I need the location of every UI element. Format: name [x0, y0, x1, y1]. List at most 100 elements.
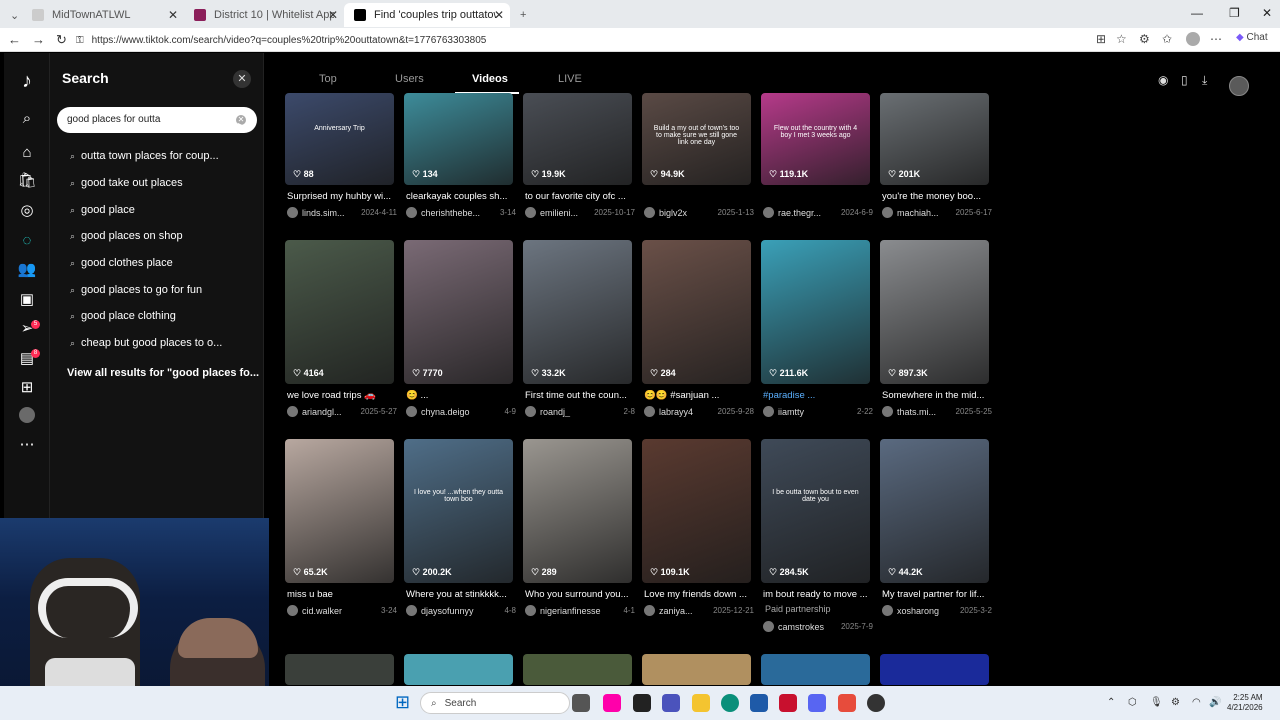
profile-avatar[interactable]: [17, 407, 37, 427]
video-thumbnail[interactable]: Build a my out of town's too to make sur…: [642, 93, 751, 185]
browser-tab[interactable]: District 10 | Whitelist Application ✕: [184, 3, 344, 27]
video-caption[interactable]: First time out the coun...: [525, 390, 635, 401]
window-close-icon[interactable]: ✕: [1262, 6, 1272, 20]
author-avatar[interactable]: [882, 406, 893, 417]
shop-icon[interactable]: 🛍: [17, 171, 37, 191]
video-author[interactable]: ariandgl... 2025-5-27: [287, 406, 397, 417]
video-caption[interactable]: Somewhere in the mid...: [882, 390, 992, 401]
tray-app-icon[interactable]: ⬡: [1128, 697, 1137, 708]
forward-icon[interactable]: →: [32, 32, 45, 47]
extensions-icon[interactable]: ⚙: [1139, 32, 1150, 46]
author-avatar[interactable]: [882, 605, 893, 616]
video-thumbnail[interactable]: ♡ 65.2K: [285, 439, 394, 583]
adobe-icon[interactable]: [779, 694, 797, 712]
video-thumbnail[interactable]: ♡ 211.6K: [761, 240, 870, 384]
video-caption[interactable]: 😊😊 #sanjuan ...: [644, 390, 754, 401]
author-avatar[interactable]: [525, 207, 536, 218]
video-author[interactable]: xosharong 2025-3-2: [882, 605, 992, 616]
chrome-icon[interactable]: [867, 694, 885, 712]
video-author[interactable]: cherishthebe... 3-14: [406, 207, 516, 218]
video-caption[interactable]: miss u bae: [287, 589, 397, 600]
tab-live[interactable]: LIVE: [558, 73, 582, 85]
home-icon[interactable]: ⌂: [17, 143, 37, 163]
device-icon[interactable]: ▯: [1181, 73, 1188, 87]
author-avatar[interactable]: [644, 207, 655, 218]
reload-icon[interactable]: ↻: [56, 32, 67, 48]
tab-videos[interactable]: Videos: [472, 73, 508, 85]
browser-tab[interactable]: MidTownATLWL ✕: [22, 3, 184, 27]
video-caption[interactable]: My travel partner for lif...: [882, 589, 992, 600]
new-tab-button[interactable]: +: [510, 3, 536, 27]
video-caption[interactable]: im bout ready to move ...: [763, 589, 873, 600]
video-thumbnail[interactable]: ♡ 4164: [285, 240, 394, 384]
video-caption[interactable]: clearkayak couples sh...: [406, 191, 516, 202]
video-caption[interactable]: you're the money boo...: [882, 191, 992, 202]
close-icon[interactable]: ✕: [494, 8, 504, 22]
teams-icon[interactable]: [662, 694, 680, 712]
video-caption[interactable]: Where you at stinkkkk...: [406, 589, 516, 600]
author-avatar[interactable]: [525, 605, 536, 616]
explore-icon[interactable]: ◎: [17, 201, 37, 221]
tab-list-icon[interactable]: ⌄: [0, 3, 20, 27]
video-thumbnail[interactable]: ♡ 44.2K: [880, 439, 989, 583]
file-explorer-icon[interactable]: [692, 694, 710, 712]
show-hidden-icons-icon[interactable]: ⌃: [1107, 697, 1115, 708]
app-icon[interactable]: [633, 694, 651, 712]
video-thumbnail[interactable]: Anniversary Trip ♡ 88: [285, 93, 394, 185]
video-thumbnail[interactable]: ♡ 134: [404, 93, 513, 185]
video-thumbnail[interactable]: ♡ 289: [523, 439, 632, 583]
copilot-icon[interactable]: [603, 694, 621, 712]
video-author[interactable]: roandj_ 2-8: [525, 406, 635, 417]
microphone-icon[interactable]: 🎙: [1150, 697, 1163, 708]
video-thumbnail[interactable]: ♡ 19.9K: [523, 93, 632, 185]
video-thumbnail[interactable]: [523, 654, 632, 685]
video-author[interactable]: biglv2x 2025-1-13: [644, 207, 754, 218]
discord-icon[interactable]: [808, 694, 826, 712]
author-avatar[interactable]: [644, 605, 655, 616]
video-thumbnail[interactable]: Flew out the country with 4 boy I met 3 …: [761, 93, 870, 185]
maximize-icon[interactable]: ❐: [1229, 6, 1240, 20]
author-avatar[interactable]: [287, 207, 298, 218]
video-thumbnail[interactable]: [404, 654, 513, 685]
author-avatar[interactable]: [287, 605, 298, 616]
video-author[interactable]: emilieni... 2025-10-17: [525, 207, 635, 218]
suggestion-item[interactable]: ⌕ good clothes place: [70, 254, 260, 272]
video-author[interactable]: zaniya... 2025-12-21: [644, 605, 754, 616]
close-icon[interactable]: ✕: [168, 8, 178, 22]
author-avatar[interactable]: [763, 621, 774, 632]
close-icon[interactable]: ✕: [328, 8, 338, 22]
video-author[interactable]: chyna.deigo 4-9: [406, 406, 516, 417]
video-thumbnail[interactable]: I be outta town bout to even date you ♡ 2…: [761, 439, 870, 583]
app-icon[interactable]: ⊞: [1096, 32, 1106, 46]
volume-icon[interactable]: 🔊: [1209, 697, 1221, 708]
favorite-icon[interactable]: ☆: [1116, 32, 1127, 46]
suggestion-item[interactable]: ⌕ good place: [70, 201, 260, 219]
author-avatar[interactable]: [287, 406, 298, 417]
back-icon[interactable]: ←: [8, 32, 21, 47]
video-caption[interactable]: Surprised my huhby wi...: [287, 191, 397, 202]
suggestion-item[interactable]: ⌕ cheap but good places to o...: [70, 334, 260, 352]
author-avatar[interactable]: [406, 406, 417, 417]
upload-icon[interactable]: ⊞: [17, 378, 37, 398]
video-caption[interactable]: Who you surround you...: [525, 589, 635, 600]
author-avatar[interactable]: [763, 207, 774, 218]
author-avatar[interactable]: [882, 207, 893, 218]
clock[interactable]: 2:25 AM 4/21/2026: [1227, 693, 1263, 713]
download-icon[interactable]: ⤓: [1202, 73, 1207, 88]
author-avatar[interactable]: [644, 406, 655, 417]
tiktok-logo-icon[interactable]: ♪: [17, 71, 37, 91]
video-thumbnail[interactable]: ♡ 897.3K: [880, 240, 989, 384]
more-icon[interactable]: ⋯: [17, 435, 37, 455]
search-icon[interactable]: ⌕: [17, 109, 37, 129]
wifi-icon[interactable]: ◠: [1192, 697, 1201, 708]
account-avatar[interactable]: [1229, 76, 1249, 96]
more-icon[interactable]: ⋯: [1210, 32, 1222, 46]
suggestion-item[interactable]: ⌕ outta town places for coup...: [70, 147, 260, 165]
tab-top[interactable]: Top: [319, 73, 337, 85]
edge-icon[interactable]: [721, 694, 739, 712]
author-avatar[interactable]: [763, 406, 774, 417]
video-thumbnail[interactable]: [642, 654, 751, 685]
video-author[interactable]: linds.sim... 2024-4-11: [287, 207, 397, 218]
friends-icon[interactable]: 👥: [17, 260, 37, 280]
video-thumbnail[interactable]: ♡ 284: [642, 240, 751, 384]
